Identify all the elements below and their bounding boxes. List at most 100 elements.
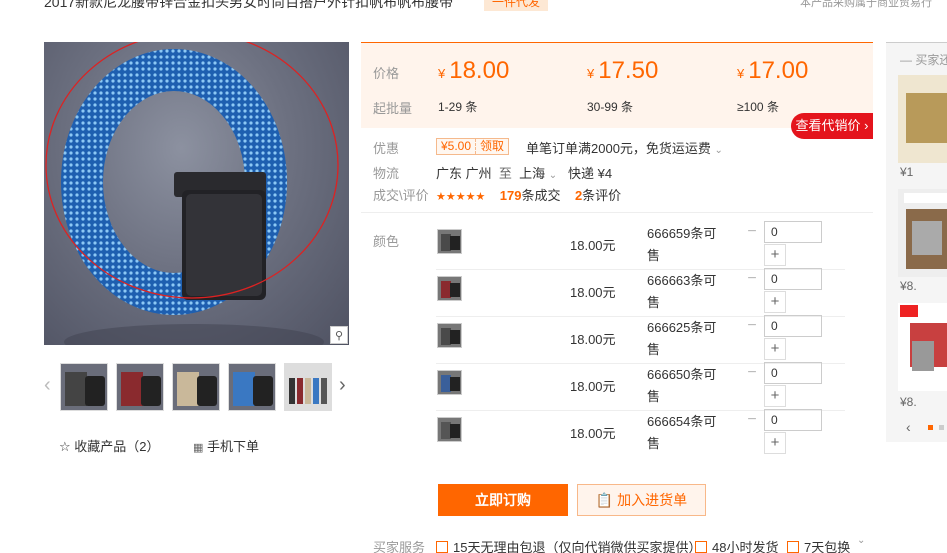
chevron-down-icon[interactable]: ⌄ <box>715 145 723 156</box>
increment-button[interactable]: + <box>764 244 786 266</box>
promo-text-value: 单笔订单满2000元，免货运运费 <box>526 141 711 156</box>
quantity-input[interactable]: 0 <box>764 268 822 290</box>
variant-stock: 666650条可售 <box>647 364 727 408</box>
increment-button[interactable]: + <box>764 291 786 313</box>
sidebar-title-text: 买家还 <box>915 53 947 67</box>
variant-thumbnail[interactable] <box>437 417 462 442</box>
service-text: 48小时发货 <box>712 540 779 553</box>
quantity-input[interactable]: 0 <box>764 409 822 431</box>
variant-image <box>438 371 461 394</box>
thumbnail-image <box>61 364 107 410</box>
chevron-right-icon[interactable]: › <box>339 374 346 397</box>
decrement-button[interactable]: − <box>742 362 762 384</box>
deals-link[interactable]: 179条成交 <box>500 188 561 203</box>
coupon-claim: 领取 <box>475 139 508 154</box>
quantity-input[interactable]: 0 <box>764 315 822 337</box>
variant-thumbnail[interactable] <box>437 229 462 254</box>
variant-price-value: 18.00 <box>570 285 603 300</box>
reviews-label: 成交\评价 <box>373 188 429 203</box>
decrement-button[interactable]: − <box>742 315 762 337</box>
chevron-down-icon[interactable]: ⌄ <box>857 535 865 546</box>
carousel-dot-active[interactable] <box>928 425 933 430</box>
view-agent-price-button[interactable]: 查看代销价 › <box>791 113 873 139</box>
service-text: 7天包换 <box>804 540 851 553</box>
variant-price-value: 18.00 <box>570 238 603 253</box>
increment-button[interactable]: + <box>764 385 786 407</box>
stock-count: 666654 <box>647 414 691 429</box>
variant-row: 18.00元 666625条可售 − 0 + <box>436 315 845 364</box>
promo-text: 单笔订单满2000元，免货运运费 ⌄ <box>526 138 723 157</box>
price-value: 17.50 <box>598 57 659 84</box>
service-item[interactable]: 7天包换 <box>787 537 850 553</box>
clipboard-icon: 📋 <box>595 492 614 508</box>
variant-thumbnail[interactable] <box>437 370 462 395</box>
variant-row: 18.00元 666663条可售 − 0 + <box>436 268 845 317</box>
variant-thumbnail[interactable] <box>437 323 462 348</box>
coupon-button[interactable]: ¥5.00 领取 <box>436 138 510 155</box>
service-item[interactable]: 15天无理由包退（仅向代销微供买家提供） <box>436 537 701 553</box>
thumbnail[interactable] <box>172 363 220 411</box>
variant-row: 18.00元 666654条可售 − 0 + <box>436 409 845 458</box>
sidebar-price[interactable]: ¥1 <box>900 165 913 179</box>
thumbnail-image <box>285 364 331 410</box>
sidebar-product-graphic <box>898 303 947 391</box>
favorite-label: 收藏产品（2） <box>74 439 160 454</box>
variant-image <box>438 324 461 347</box>
decrement-button[interactable]: − <box>742 268 762 290</box>
sidebar-product-image[interactable] <box>898 303 947 391</box>
thumbnail[interactable] <box>284 363 332 411</box>
sidebar-product-image[interactable] <box>898 75 947 163</box>
thumbnail[interactable] <box>116 363 164 411</box>
return-icon <box>436 541 448 553</box>
add-to-list-label: 加入进货单 <box>617 492 688 508</box>
shipping-icon <box>695 541 707 553</box>
increment-button[interactable]: + <box>764 338 786 360</box>
price-label: 价格 <box>373 66 400 81</box>
reviews-link[interactable]: 2条评价 <box>575 188 621 203</box>
favorite-button[interactable]: ☆ 收藏产品（2） <box>59 436 160 455</box>
main-product-image[interactable]: ⚲ <box>44 42 349 345</box>
increment-button[interactable]: + <box>764 432 786 454</box>
quantity-input[interactable]: 0 <box>764 221 822 243</box>
star-rating-icon: ★★★★★ <box>436 191 486 203</box>
deals-text: 条成交 <box>521 188 561 203</box>
ship-from: 广东 广州 <box>436 166 492 181</box>
add-to-list-button[interactable]: 📋 加入进货单 <box>577 484 706 516</box>
variant-price-value: 18.00 <box>570 379 603 394</box>
stock-count: 666625 <box>647 320 691 335</box>
variant-thumbnail[interactable] <box>437 276 462 301</box>
variant-price: 18.00元 <box>570 282 616 301</box>
tier-qty: 1-29 条 <box>438 100 478 114</box>
service-item[interactable]: 48小时发货 <box>695 537 778 553</box>
ship-to: 上海 <box>519 166 546 181</box>
sidebar-title: — 买家还 <box>900 51 947 68</box>
color-label: 颜色 <box>373 234 400 249</box>
currency-symbol: ¥ <box>587 66 595 81</box>
review-text: 条评价 <box>582 188 622 203</box>
stock-count: 666650 <box>647 367 691 382</box>
chevron-right-icon: › <box>860 118 869 133</box>
sidebar-price[interactable]: ¥8. <box>900 395 917 409</box>
buy-now-button[interactable]: 立即订购 <box>438 484 568 516</box>
carousel-dot[interactable] <box>939 425 944 430</box>
mobile-order-label: 手机下单 <box>207 439 260 454</box>
chevron-left-icon[interactable]: ‹ <box>44 374 51 397</box>
ship-to-select[interactable]: 上海 ⌄ <box>519 166 557 181</box>
thumbnail[interactable] <box>60 363 108 411</box>
price-panel: 价格 起批量 ¥18.00 ¥17.50 ¥17.00 1-29 条 30-99… <box>361 42 873 139</box>
decrement-button[interactable]: − <box>742 221 762 243</box>
thumbnail[interactable] <box>228 363 276 411</box>
mobile-order-button[interactable]: ▦ 手机下单 <box>193 436 259 455</box>
sidebar-price[interactable]: ¥8. <box>900 279 917 293</box>
variant-stock: 666625条可售 <box>647 317 727 361</box>
quantity-input[interactable]: 0 <box>764 362 822 384</box>
sidebar-product-image[interactable] <box>898 189 947 277</box>
qr-code-icon: ▦ <box>193 442 204 454</box>
currency-symbol: ¥ <box>737 66 745 81</box>
product-title: 2017新款尼龙腰带锌合金扣头男女时尚百搭户外针扣帆布帆布腰带 <box>44 0 454 10</box>
tier-price: ¥17.00 <box>737 57 808 85</box>
magnifier-icon[interactable]: ⚲ <box>330 326 348 344</box>
decrement-button[interactable]: − <box>742 409 762 431</box>
chevron-left-icon[interactable]: ‹ <box>906 419 911 435</box>
yuan-suffix: 元 <box>602 426 616 441</box>
